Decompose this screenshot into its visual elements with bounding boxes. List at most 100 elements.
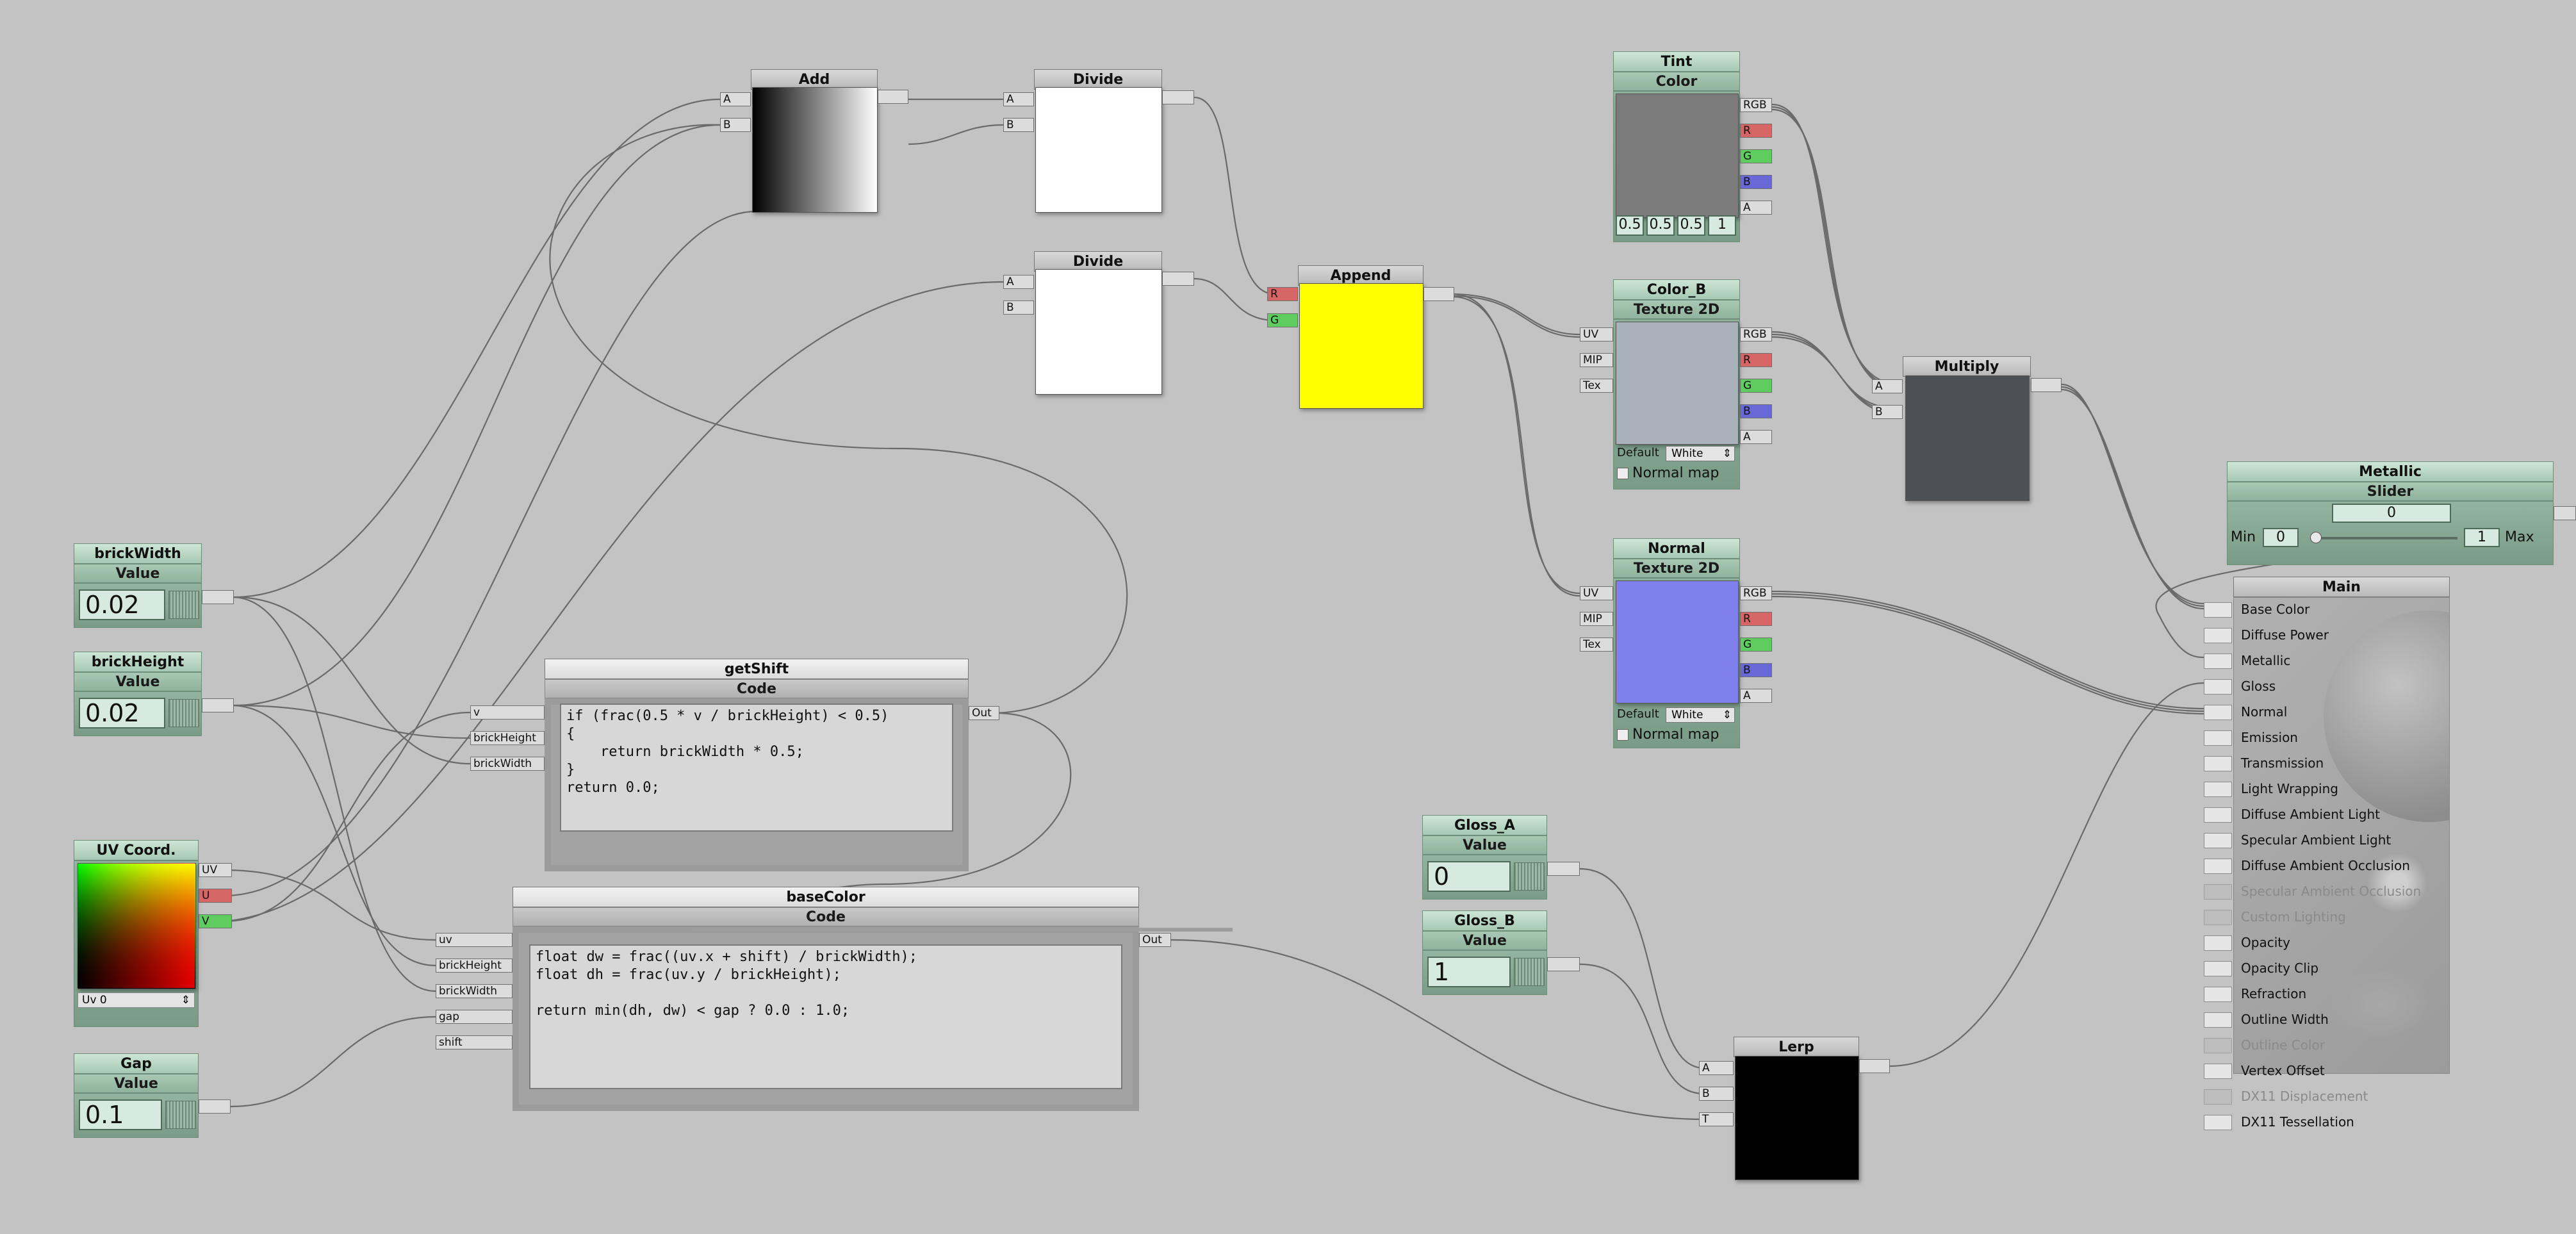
output-port-rgb[interactable]: RGB: [1740, 327, 1772, 341]
main-input-row[interactable]: Base Color: [2204, 597, 2447, 623]
drag-handle-icon[interactable]: [165, 1101, 196, 1129]
input-port-b[interactable]: B: [1872, 405, 1903, 419]
input-port-tex[interactable]: Tex: [1580, 379, 1613, 393]
output-port-g[interactable]: G: [1740, 149, 1772, 163]
node-metallic[interactable]: Metallic Slider 0 Min 0 1 Max: [2227, 461, 2554, 566]
normal-map-checkbox[interactable]: [1617, 468, 1628, 479]
output-port-r[interactable]: R: [1740, 612, 1772, 626]
main-input-row[interactable]: DX11 Tessellation: [2204, 1110, 2447, 1135]
input-port-b[interactable]: B: [1003, 118, 1034, 132]
main-input-row[interactable]: Outline Width: [2204, 1007, 2447, 1033]
output-port-b[interactable]: B: [1740, 404, 1772, 418]
value-field[interactable]: 0.02: [79, 698, 165, 728]
drag-handle-icon[interactable]: [1514, 958, 1545, 986]
color-r-field[interactable]: 0.5: [1616, 215, 1644, 236]
node-divide-1[interactable]: Divide: [1034, 69, 1162, 213]
main-input-row[interactable]: Diffuse Ambient Occlusion: [2204, 853, 2447, 879]
output-port[interactable]: [2031, 378, 2062, 392]
slider-track[interactable]: [2310, 537, 2457, 539]
color-a-field[interactable]: 1: [1708, 215, 1736, 236]
output-port[interactable]: [1859, 1059, 1890, 1073]
node-divide-2[interactable]: Divide: [1034, 251, 1162, 395]
main-input-row[interactable]: Outline Color: [2204, 1033, 2447, 1058]
main-input-row[interactable]: Opacity: [2204, 930, 2447, 956]
main-input-row[interactable]: Normal: [2204, 700, 2447, 725]
default-select[interactable]: White ⇕: [1666, 446, 1735, 461]
node-title[interactable]: Metallic: [2227, 461, 2554, 482]
slider-value-field[interactable]: 0: [2332, 504, 2451, 523]
output-port-out[interactable]: Out: [969, 706, 999, 720]
input-port-a[interactable]: A: [720, 92, 751, 106]
node-editor-canvas[interactable]: brickWidth Value 0.02 brickHeight Value …: [0, 0, 2576, 1234]
input-port-uv[interactable]: UV: [1580, 327, 1613, 341]
code-editor[interactable]: float dw = frac((uv.x + shift) / brickWi…: [529, 944, 1122, 1089]
input-port[interactable]: [2204, 782, 2232, 797]
input-port[interactable]: [2204, 730, 2232, 746]
input-port-r[interactable]: R: [1267, 287, 1298, 301]
output-port-out[interactable]: Out: [1139, 933, 1171, 947]
input-port-t[interactable]: T: [1699, 1112, 1734, 1126]
node-title[interactable]: Color_B: [1613, 279, 1740, 300]
output-port[interactable]: [1423, 287, 1454, 301]
drag-handle-icon[interactable]: [168, 591, 199, 619]
node-title[interactable]: Multiply: [1903, 356, 2031, 377]
node-title[interactable]: UV Coord.: [74, 840, 199, 860]
main-input-row[interactable]: DX11 Displacement: [2204, 1084, 2447, 1110]
node-main[interactable]: Main Base Color Diffuse Power Metallic Glos…: [2201, 577, 2450, 1140]
output-port-v[interactable]: V: [199, 914, 232, 928]
value-field[interactable]: 0.02: [79, 589, 165, 620]
output-port[interactable]: [202, 698, 234, 712]
output-port[interactable]: [1547, 862, 1580, 876]
output-port-g[interactable]: G: [1740, 379, 1772, 393]
main-input-row[interactable]: Specular Ambient Light: [2204, 828, 2447, 853]
uv-channel-select[interactable]: Uv 0 ⇕: [78, 992, 195, 1008]
input-port-g[interactable]: G: [1267, 313, 1298, 327]
main-input-row[interactable]: Vertex Offset: [2204, 1058, 2447, 1084]
value-field[interactable]: 0.1: [79, 1099, 162, 1130]
main-input-row[interactable]: Custom Lighting: [2204, 905, 2447, 930]
node-title[interactable]: Main: [2233, 577, 2450, 597]
node-add[interactable]: Add: [751, 69, 878, 213]
node-multiply[interactable]: Multiply: [1903, 356, 2031, 501]
input-port-tex[interactable]: Tex: [1580, 638, 1613, 652]
output-port-u[interactable]: U: [199, 889, 232, 903]
node-title[interactable]: Normal: [1613, 538, 1740, 559]
input-port-brickHeight[interactable]: brickHeight: [470, 731, 545, 745]
node-title[interactable]: Gloss_B: [1422, 910, 1547, 931]
input-port[interactable]: [2204, 628, 2232, 643]
value-field[interactable]: 1: [1427, 957, 1511, 987]
output-port-rgb[interactable]: RGB: [1740, 98, 1772, 112]
main-input-row[interactable]: Emission: [2204, 725, 2447, 751]
node-title[interactable]: Lerp: [1734, 1037, 1859, 1057]
output-port[interactable]: [878, 90, 908, 104]
output-port-uv[interactable]: UV: [199, 863, 232, 877]
input-port-uv[interactable]: uv: [436, 933, 513, 947]
output-port[interactable]: [1162, 90, 1194, 104]
node-title[interactable]: baseColor: [513, 887, 1139, 907]
input-port-a[interactable]: A: [1699, 1061, 1734, 1075]
input-port-b[interactable]: B: [1699, 1087, 1734, 1101]
input-port-shift[interactable]: shift: [436, 1035, 513, 1049]
output-port-g[interactable]: G: [1740, 638, 1772, 652]
max-field[interactable]: 1: [2464, 528, 2500, 547]
color-g-field[interactable]: 0.5: [1646, 215, 1675, 236]
input-port[interactable]: [2204, 987, 2232, 1002]
input-port-a[interactable]: A: [1872, 379, 1903, 393]
node-title[interactable]: Gap: [74, 1053, 199, 1074]
node-color-b[interactable]: Color_B Texture 2D Default White ⇕ Normal…: [1613, 279, 1740, 491]
output-port[interactable]: [202, 590, 234, 604]
node-tint[interactable]: Tint Color 0.5 0.5 0.5 1: [1613, 51, 1740, 243]
input-port[interactable]: [2204, 833, 2232, 848]
main-input-row[interactable]: Gloss: [2204, 674, 2447, 700]
slider-knob[interactable]: [2310, 532, 2322, 543]
input-port[interactable]: [2204, 961, 2232, 976]
output-port[interactable]: [2554, 506, 2576, 520]
input-port-mip[interactable]: MIP: [1580, 612, 1613, 626]
node-lerp[interactable]: Lerp: [1734, 1037, 1859, 1181]
node-baseColor[interactable]: baseColor Code float dw = frac((uv.x + s…: [513, 887, 1139, 1111]
main-input-row[interactable]: Light Wrapping: [2204, 777, 2447, 802]
output-port-a[interactable]: A: [1740, 201, 1772, 215]
node-title[interactable]: brickHeight: [74, 652, 202, 672]
normal-map-checkbox[interactable]: [1617, 729, 1628, 741]
texture-preview[interactable]: [1616, 580, 1739, 703]
